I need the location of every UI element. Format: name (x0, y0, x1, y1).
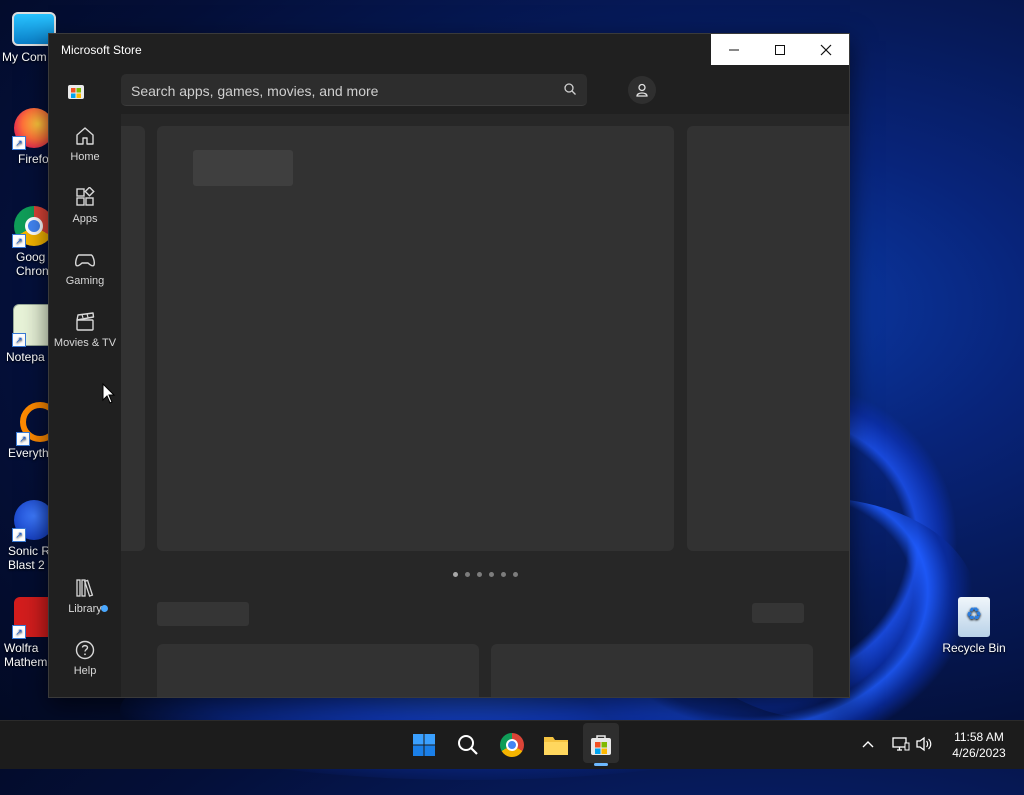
sidebar-item-gaming[interactable]: Gaming (49, 249, 121, 287)
recycle-bin-icon: ♻ (958, 597, 990, 637)
loading-placeholder (193, 150, 293, 186)
section-title-placeholder (157, 602, 249, 626)
carousel-indicator (453, 572, 518, 577)
search-icon (458, 735, 478, 755)
sidebar-item-movies-tv[interactable]: Movies & TV (49, 311, 121, 349)
sidebar-item-label: Apps (72, 213, 98, 225)
minimize-icon (729, 49, 739, 50)
sidebar-item-home[interactable]: Home (49, 125, 121, 163)
desktop-icon-recycle-bin[interactable]: ♻ Recycle Bin (938, 597, 1010, 655)
folder-icon (544, 737, 568, 755)
minimize-button[interactable] (711, 34, 757, 65)
sidebar-item-label: Gaming (65, 275, 105, 287)
windows-start-icon (413, 734, 435, 756)
volume-icon[interactable] (916, 736, 934, 752)
maximize-icon (775, 44, 785, 55)
search-icon[interactable] (563, 82, 577, 96)
carousel-card-previous[interactable] (121, 126, 145, 551)
carousel-card-current[interactable] (157, 126, 674, 551)
window-controls (711, 34, 849, 65)
collection-card[interactable] (157, 644, 479, 697)
sidebar-item-label: Home (70, 151, 100, 163)
sidebar-item-apps[interactable]: Apps (49, 187, 121, 225)
collection-card[interactable] (491, 644, 813, 697)
account-button[interactable] (628, 76, 656, 104)
carousel-dot[interactable] (477, 572, 482, 577)
apps-icon (76, 187, 95, 206)
carousel-dot[interactable] (453, 572, 458, 577)
taskbar-start-button[interactable] (408, 729, 440, 761)
desktop-icon-label: Recycle Bin (942, 641, 1006, 655)
carousel-dot[interactable] (465, 572, 470, 577)
gamepad-icon (75, 254, 95, 267)
library-icon (76, 579, 94, 597)
home-icon (76, 127, 94, 145)
mouse-cursor (102, 383, 116, 404)
close-button[interactable] (803, 34, 849, 65)
title-bar[interactable]: Microsoft Store (49, 34, 849, 65)
search-placeholder: Search apps, games, movies, and more (131, 83, 379, 99)
taskbar: 11:58 AM 4/26/2023 (0, 720, 1024, 769)
carousel-dot[interactable] (513, 572, 518, 577)
sidebar-item-label: Movies & TV (53, 337, 117, 349)
help-icon (75, 640, 95, 660)
store-icon (591, 735, 611, 755)
maximize-button[interactable] (757, 34, 803, 65)
library-update-badge (101, 605, 108, 612)
account-icon (636, 83, 648, 97)
clock-time: 11:58 AM (954, 730, 1004, 744)
see-all-placeholder (752, 603, 804, 623)
carousel-dot[interactable] (489, 572, 494, 577)
store-logo-icon (68, 85, 84, 99)
main-content (121, 114, 849, 697)
sidebar-item-library[interactable]: Library (49, 577, 121, 615)
close-icon (820, 44, 832, 55)
microsoft-store-window: Microsoft Store Home Apps Gaming Movies … (48, 33, 850, 698)
taskbar-file-explorer-button[interactable] (540, 729, 572, 761)
window-title: Microsoft Store (61, 43, 142, 57)
network-icon[interactable] (892, 736, 910, 752)
sidebar-item-help[interactable]: Help (49, 639, 121, 677)
carousel-dot[interactable] (501, 572, 506, 577)
taskbar-chrome-button[interactable] (496, 729, 528, 761)
search-input[interactable]: Search apps, games, movies, and more (121, 74, 587, 106)
carousel-card-next[interactable] (687, 126, 849, 551)
chrome-icon (500, 733, 524, 757)
taskbar-clock[interactable]: 11:58 AM 4/26/2023 (940, 729, 1018, 761)
sidebar-item-label: Help (73, 665, 97, 677)
taskbar-store-button[interactable] (585, 729, 617, 761)
clock-date: 4/26/2023 (952, 746, 1006, 760)
clapperboard-icon (76, 312, 95, 331)
sidebar-item-label: Library (68, 603, 102, 615)
taskbar-search-button[interactable] (452, 729, 484, 761)
taskbar-running-indicator (594, 763, 608, 766)
chevron-up-icon[interactable] (862, 739, 874, 749)
sidebar: Home Apps Gaming Movies & TV Library Hel… (49, 65, 121, 697)
